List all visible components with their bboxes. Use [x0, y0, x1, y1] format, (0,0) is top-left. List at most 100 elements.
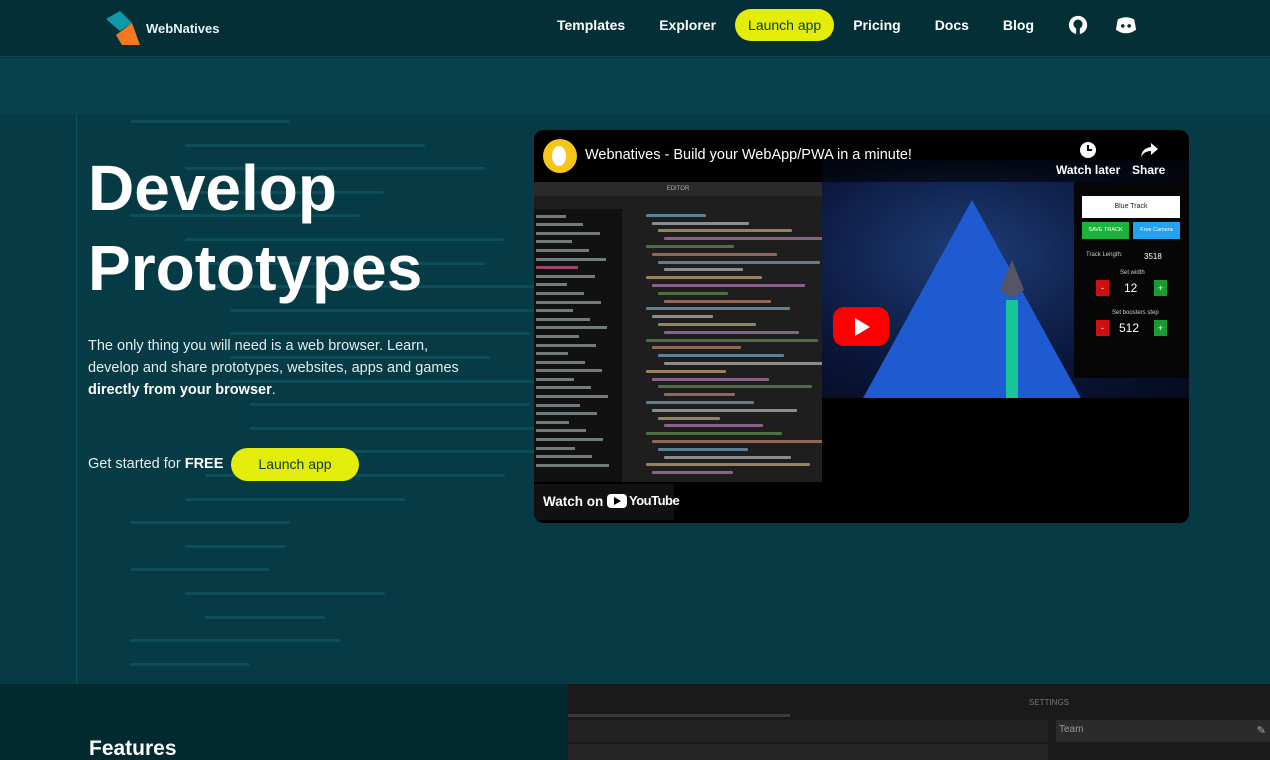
video-code-line — [658, 260, 820, 264]
code-background-line — [130, 521, 290, 525]
video-code-line — [646, 369, 726, 373]
video-code-line — [646, 307, 790, 311]
hero-subtitle-text: The only thing you will need is a web br… — [88, 338, 459, 376]
video-code-line — [664, 237, 822, 241]
video-top-bar: Webnatives - Build your WebApp/PWA in a … — [534, 130, 1189, 182]
video-track-road — [862, 200, 1082, 398]
video-code-line — [652, 283, 805, 287]
code-background-line — [185, 497, 405, 501]
brand-name: WebNatives — [146, 20, 220, 36]
spaceship-icon — [1000, 260, 1024, 398]
video-boosters-label: Set boosters step — [1112, 310, 1159, 316]
video-code-line — [658, 229, 792, 233]
video-editor-header: EDITOR — [534, 182, 822, 196]
video-code-line — [658, 322, 756, 326]
video-code-line — [646, 276, 762, 280]
hero-title-line-1: Develop — [88, 152, 337, 224]
video-tree-line — [536, 240, 572, 244]
video-tree-line — [536, 317, 590, 321]
video-tree-line — [536, 420, 569, 424]
youtube-icon — [607, 493, 627, 508]
screenshot-tab-indicator — [568, 714, 790, 717]
video-tree-line — [536, 300, 601, 304]
nav-explorer[interactable]: Explorer — [642, 17, 733, 33]
nav-links: Templates Explorer Launch app Pricing Do… — [540, 9, 1147, 41]
video-tree-line — [536, 438, 603, 442]
video-code-line — [652, 346, 741, 350]
video-code-line — [658, 416, 720, 420]
watch-later-button[interactable]: Watch later — [1056, 140, 1120, 177]
nav-docs[interactable]: Docs — [918, 17, 986, 33]
video-tree-line — [536, 343, 596, 347]
video-tree-line — [536, 412, 597, 416]
video-tree-line — [536, 403, 580, 407]
share-label: Share — [1132, 163, 1166, 177]
video-boosters-plus: + — [1154, 320, 1167, 336]
discord-icon[interactable] — [1115, 14, 1137, 36]
team-label: Team — [1059, 724, 1084, 735]
editor-toolbar-background — [0, 58, 1270, 114]
screenshot-row — [568, 744, 1048, 760]
video-tree-line — [536, 309, 573, 313]
video-code-line — [646, 213, 706, 217]
watch-on-label: Watch on — [543, 494, 604, 509]
video-title[interactable]: Webnatives - Build your WebApp/PWA in a … — [585, 147, 912, 163]
video-boosters-minus: - — [1096, 320, 1109, 336]
video-tree-line — [536, 369, 602, 373]
video-code-line — [658, 447, 748, 451]
code-background-line — [130, 568, 270, 572]
nav-templates[interactable]: Templates — [540, 17, 642, 33]
video-free-camera: Free Camera — [1133, 222, 1180, 239]
video-code-line — [652, 221, 749, 225]
video-tree-line — [536, 223, 583, 227]
video-width-plus: + — [1154, 280, 1167, 296]
video-tree-line — [536, 377, 574, 381]
youtube-video-embed[interactable]: EDITOR Blue Track SAVE TRACK Free Camera… — [534, 130, 1189, 523]
video-tree-line — [536, 386, 591, 390]
get-started-free: FREE — [184, 456, 224, 472]
video-code-line — [646, 244, 734, 248]
video-tree-line — [536, 446, 575, 450]
video-track-length-label: Track Length: — [1086, 252, 1123, 258]
features-app-screenshot: SETTINGS Team ✎ — [568, 684, 1270, 760]
video-tree-line — [536, 283, 567, 287]
nav-blog[interactable]: Blog — [986, 17, 1051, 33]
nav-pricing[interactable]: Pricing — [836, 17, 917, 33]
video-tree-line — [536, 326, 607, 330]
video-code-panel — [622, 209, 822, 482]
webnatives-logo-icon — [106, 11, 140, 45]
launch-app-button[interactable]: Launch app — [231, 448, 359, 481]
code-background-line — [130, 120, 290, 123]
code-background-line — [130, 662, 250, 666]
features-heading: Features — [89, 737, 177, 760]
share-button[interactable]: Share — [1132, 140, 1165, 177]
video-tree-line — [536, 352, 568, 356]
nav-launch-app-button[interactable]: Launch app — [735, 9, 835, 41]
channel-avatar-icon[interactable] — [543, 139, 577, 173]
screenshot-row — [568, 720, 1048, 742]
youtube-wordmark: YouTube — [629, 493, 680, 508]
video-tree-line — [536, 455, 592, 459]
video-set-width-label: Set width — [1120, 270, 1145, 276]
share-icon — [1140, 143, 1158, 157]
video-tree-line — [536, 395, 608, 399]
video-code-line — [646, 400, 754, 404]
video-tree-line — [536, 257, 606, 261]
video-code-line — [664, 299, 771, 303]
video-track-panel: Blue Track SAVE TRACK Free Camera Track … — [1074, 182, 1189, 378]
editor-gutter — [76, 114, 77, 684]
video-tree-line — [536, 291, 584, 295]
watch-on-youtube-button[interactable]: Watch on YouTube — [534, 484, 680, 520]
github-icon[interactable] — [1067, 14, 1089, 36]
code-background-line — [205, 615, 325, 619]
video-tree-line — [536, 214, 566, 218]
video-play-button[interactable] — [833, 307, 889, 346]
get-started-text: Get started for FREE — [88, 456, 223, 472]
video-editor-frame: EDITOR — [534, 182, 822, 482]
video-tree-line — [536, 334, 579, 338]
team-field: Team ✎ — [1056, 720, 1270, 742]
get-started-label: Get started for — [88, 456, 185, 472]
brand-logo[interactable]: WebNatives — [102, 9, 219, 47]
code-background-line — [250, 426, 580, 430]
video-code-line — [658, 385, 812, 389]
